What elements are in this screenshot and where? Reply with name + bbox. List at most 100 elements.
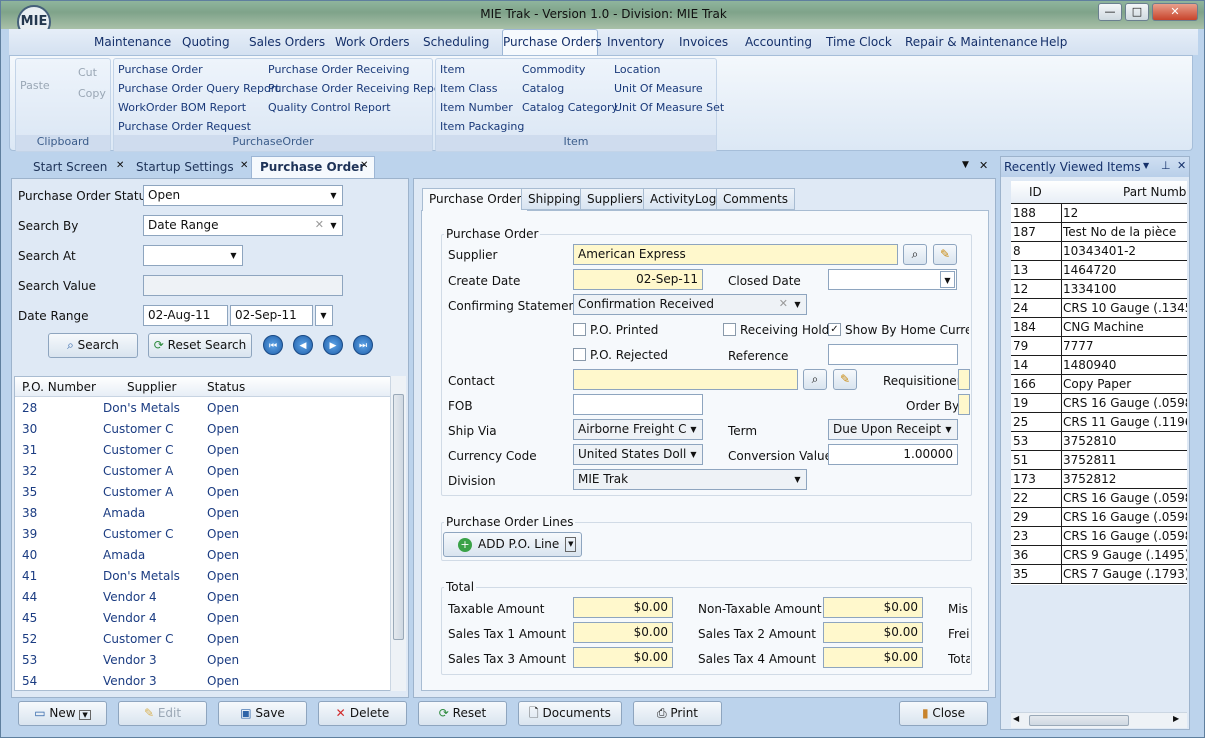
chevron-down-icon[interactable]: ▼ xyxy=(79,710,91,720)
table-row[interactable]: 30 Customer C Open xyxy=(15,419,391,440)
table-row[interactable]: 40 Amada Open xyxy=(15,545,391,566)
search-button[interactable]: ⌕ Search xyxy=(48,333,138,358)
ribbon-workorder-bom-report[interactable]: WorkOrder BOM Report xyxy=(118,101,246,114)
conversion-value-input[interactable]: 1.00000 xyxy=(828,444,958,465)
taxable-amount-value[interactable]: $0.00 xyxy=(573,597,673,618)
menu-help[interactable]: Help xyxy=(1040,35,1067,49)
table-row[interactable]: 39 Customer C Open xyxy=(15,524,391,545)
division-select[interactable]: MIE Trak ▼ xyxy=(573,469,807,490)
scrollbar-thumb[interactable] xyxy=(1029,715,1129,726)
sales-tax3-value[interactable]: $0.00 xyxy=(573,647,673,668)
date-from-input[interactable]: 02-Aug-11 xyxy=(143,305,228,326)
po-rejected-checkbox[interactable] xyxy=(573,348,586,361)
tab-purchase-order[interactable]: Purchase Order xyxy=(260,156,365,178)
new-button[interactable]: ▭ New ▼ xyxy=(18,701,107,726)
ribbon-po-receiving[interactable]: Purchase Order Receiving xyxy=(268,63,410,76)
recent-item-row[interactable]: 51 3752811 xyxy=(1011,451,1187,470)
copy-button[interactable]: Copy xyxy=(78,87,106,100)
ship-via-select[interactable]: Airborne Freight Co ▼ xyxy=(573,419,703,440)
documents-button[interactable]: 🗋 Documents xyxy=(518,701,622,726)
search-value-input[interactable] xyxy=(143,275,343,296)
scroll-left-icon[interactable]: ◀ xyxy=(1013,714,1019,723)
sales-tax1-value[interactable]: $0.00 xyxy=(573,622,673,643)
ribbon-po-request[interactable]: Purchase Order Request xyxy=(118,120,251,133)
contact-input[interactable] xyxy=(573,369,798,390)
nontaxable-amount-value[interactable]: $0.00 xyxy=(823,597,923,618)
supplier-input[interactable]: American Express xyxy=(573,244,898,265)
col-part-number[interactable]: Part Number xyxy=(1123,185,1187,199)
chevron-down-icon[interactable]: ▼ xyxy=(565,537,577,552)
po-printed-checkbox[interactable] xyxy=(573,323,586,336)
supplier-edit-icon[interactable]: ✎ xyxy=(933,244,957,265)
contact-search-icon[interactable]: ⌕ xyxy=(803,369,827,390)
sales-tax4-value[interactable]: $0.00 xyxy=(823,647,923,668)
recent-item-row[interactable]: 14 1480940 xyxy=(1011,356,1187,375)
ribbon-item-packaging[interactable]: Item Packaging xyxy=(440,120,524,133)
save-button[interactable]: ▣ Save xyxy=(218,701,307,726)
search-at-select[interactable]: ▼ xyxy=(143,245,243,266)
table-row[interactable]: 35 Customer A Open xyxy=(15,482,391,503)
supplier-search-icon[interactable]: ⌕ xyxy=(903,244,927,265)
table-row[interactable]: 32 Customer A Open xyxy=(15,461,391,482)
table-row[interactable]: 53 Vendor 3 Open xyxy=(15,650,391,671)
menu-sales-orders[interactable]: Sales Orders xyxy=(249,35,325,49)
scrollbar-thumb[interactable] xyxy=(393,394,404,640)
edit-button[interactable]: ✎ Edit xyxy=(118,701,207,726)
pane-dropdown-icon[interactable]: ▼ xyxy=(1143,161,1149,170)
first-record-icon[interactable]: ⏮ xyxy=(263,335,283,355)
close-document-icon[interactable]: ✕ xyxy=(979,159,988,172)
table-row[interactable]: 45 Vendor 4 Open xyxy=(15,608,391,629)
cut-button[interactable]: Cut xyxy=(78,66,97,79)
recent-item-row[interactable]: 25 CRS 11 Gauge (.1196) A xyxy=(1011,413,1187,432)
confirming-statement-select[interactable]: Confirmation Received ✕ ▼ xyxy=(573,294,807,315)
po-list-scrollbar[interactable] xyxy=(390,376,406,691)
recent-item-row[interactable]: 188 12 xyxy=(1011,204,1187,223)
recent-item-row[interactable]: 187 Test No de la pièce xyxy=(1011,223,1187,242)
table-row[interactable]: 52 Customer C Open xyxy=(15,629,391,650)
close-tab-icon[interactable]: ✕ xyxy=(240,160,248,171)
create-date-input[interactable]: 02-Sep-11 xyxy=(573,269,703,290)
recent-item-row[interactable]: 184 CNG Machine xyxy=(1011,318,1187,337)
ribbon-catalog[interactable]: Catalog xyxy=(522,82,564,95)
scroll-right-icon[interactable]: ▶ xyxy=(1173,714,1179,723)
show-home-currency-checkbox[interactable]: ✓ xyxy=(828,323,841,336)
ribbon-unit-of-measure[interactable]: Unit Of Measure xyxy=(614,82,703,95)
recent-item-row[interactable]: 79 7777 xyxy=(1011,337,1187,356)
recent-item-row[interactable]: 19 CRS 16 Gauge (.0598) A xyxy=(1011,394,1187,413)
menu-repair-maintenance[interactable]: Repair & Maintenance xyxy=(905,35,1038,49)
ribbon-item-number[interactable]: Item Number xyxy=(440,101,513,114)
tab-start-screen[interactable]: Start Screen xyxy=(33,156,107,178)
ribbon-commodity[interactable]: Commodity xyxy=(522,63,585,76)
close-pane-icon[interactable]: ✕ xyxy=(1177,159,1186,172)
recent-item-row[interactable]: 23 CRS 16 Gauge (.0598) A xyxy=(1011,527,1187,546)
menu-accounting[interactable]: Accounting xyxy=(745,35,812,49)
ribbon-unit-of-measure-set[interactable]: Unit Of Measure Set xyxy=(614,101,724,114)
recent-item-row[interactable]: 12 1334100 xyxy=(1011,280,1187,299)
col-supplier[interactable]: Supplier xyxy=(127,380,176,394)
contact-edit-icon[interactable]: ✎ xyxy=(833,369,857,390)
recent-item-row[interactable]: 53 3752810 xyxy=(1011,432,1187,451)
clear-icon[interactable]: ✕ xyxy=(315,218,324,231)
close-button[interactable]: ▮ Close xyxy=(899,701,988,726)
po-status-select[interactable]: Open ▼ xyxy=(143,185,343,206)
last-record-icon[interactable]: ⏭ xyxy=(353,335,373,355)
menu-purchase-orders[interactable]: Purchase Orders xyxy=(503,35,602,49)
receiving-hold-checkbox[interactable] xyxy=(723,323,736,336)
menu-scheduling[interactable]: Scheduling xyxy=(423,35,489,49)
clear-icon[interactable]: ✕ xyxy=(779,297,788,310)
recent-item-row[interactable]: 24 CRS 10 Gauge (.1345) A xyxy=(1011,299,1187,318)
ribbon-item-class[interactable]: Item Class xyxy=(440,82,497,95)
menu-work-orders[interactable]: Work Orders xyxy=(335,35,410,49)
currency-code-select[interactable]: United States Dollar ▼ xyxy=(573,444,703,465)
menu-invoices[interactable]: Invoices xyxy=(679,35,728,49)
menu-quoting[interactable]: Quoting xyxy=(182,35,230,49)
table-row[interactable]: 54 Vendor 3 Open xyxy=(15,671,391,690)
paste-button[interactable]: Paste xyxy=(20,79,50,92)
menu-time-clock[interactable]: Time Clock xyxy=(826,35,892,49)
date-to-input[interactable]: 02-Sep-11 xyxy=(230,305,313,326)
ribbon-catalog-category[interactable]: Catalog Category xyxy=(522,101,618,114)
tab-list-dropdown-icon[interactable]: ▼ xyxy=(962,160,969,170)
reset-search-button[interactable]: ⟳ Reset Search xyxy=(148,333,252,358)
tab-startup-settings[interactable]: Startup Settings xyxy=(136,156,234,178)
print-button[interactable]: ⎙ Print xyxy=(633,701,722,726)
